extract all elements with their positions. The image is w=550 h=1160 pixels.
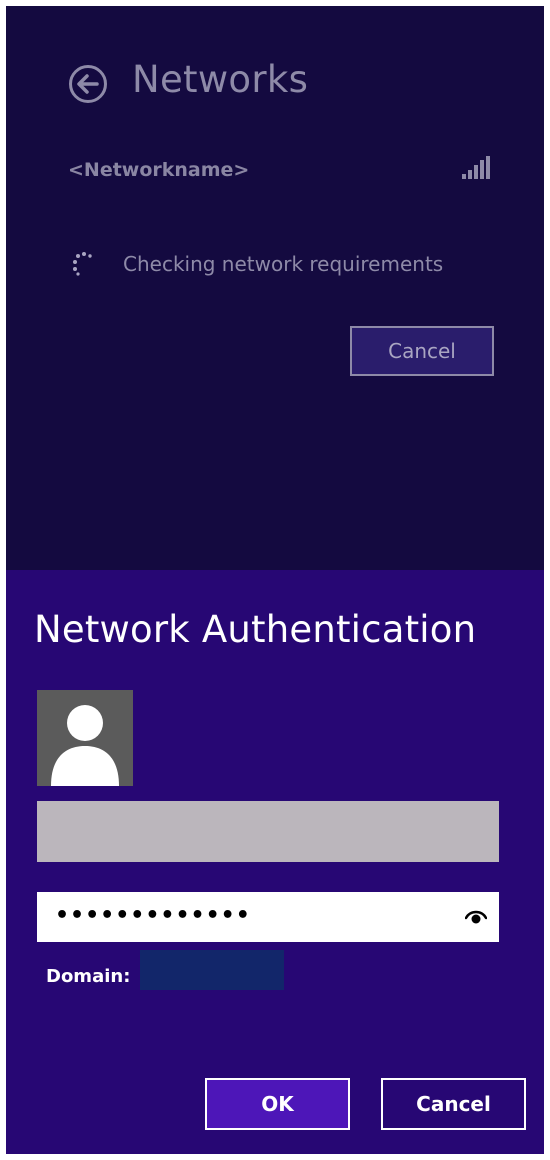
- signal-strength-icon: [462, 156, 490, 179]
- cancel-button[interactable]: Cancel: [350, 326, 494, 376]
- password-value: •••••••••••••: [55, 903, 251, 928]
- auth-title: Network Authentication: [34, 608, 477, 651]
- loading-spinner-icon: [73, 252, 92, 276]
- ok-button[interactable]: OK: [205, 1078, 350, 1130]
- network-authentication-pane: Network Authentication ••••••••••••• Dom…: [6, 570, 544, 1154]
- back-button[interactable]: [68, 64, 108, 104]
- eye-reveal-icon[interactable]: [465, 906, 487, 926]
- password-field[interactable]: •••••••••••••: [37, 892, 499, 942]
- networks-pane: Networks <Networkname> Checking network …: [6, 6, 544, 570]
- domain-label: Domain:: [46, 966, 131, 987]
- user-silhouette-icon: [51, 705, 119, 786]
- network-name: <Networkname>: [68, 159, 250, 181]
- avatar: [37, 690, 133, 786]
- status-text: Checking network requirements: [123, 252, 444, 276]
- username-field[interactable]: [37, 801, 499, 862]
- back-arrow-circle-icon: [69, 65, 107, 103]
- auth-cancel-button[interactable]: Cancel: [381, 1078, 526, 1130]
- screenshot-frame: Networks <Networkname> Checking network …: [6, 6, 544, 1154]
- page-title: Networks: [132, 58, 309, 101]
- domain-value: [140, 950, 284, 990]
